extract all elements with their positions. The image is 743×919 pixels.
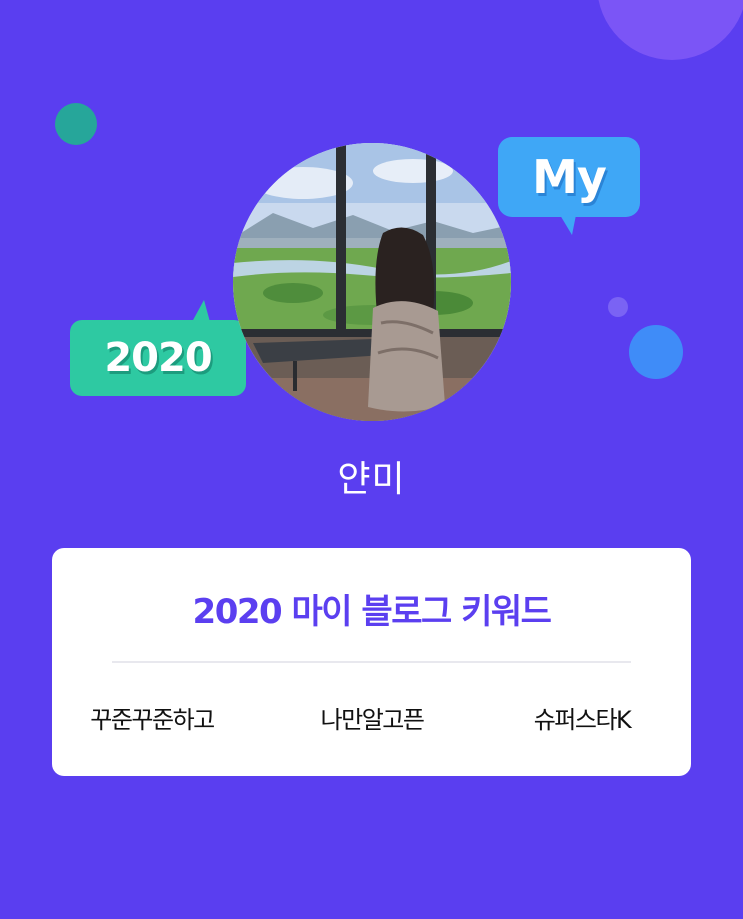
- profile-name: 얀미: [337, 459, 406, 500]
- profile-photo: [233, 143, 511, 421]
- card-title: 2020 마이 블로그 키워드: [192, 592, 552, 632]
- year-badge-text: 2020: [104, 335, 212, 381]
- year-speech-bubble: 2020: [70, 320, 246, 396]
- keyword-card: 2020 마이 블로그 키워드 꾸준꾸준하고 나만알고픈 슈퍼스타K: [52, 548, 691, 776]
- keyword-item: 슈퍼스타K: [533, 706, 632, 734]
- my-badge-text: My: [532, 150, 607, 204]
- blog-keyword-poster: My 2020 얀미 2020 마이 블로그 키워드 꾸준꾸준하고 나만알고픈 …: [0, 0, 743, 919]
- decorative-circle: [597, 0, 743, 60]
- avatar: [233, 143, 511, 421]
- card-divider: [112, 661, 631, 663]
- my-speech-bubble: My: [498, 137, 640, 235]
- decorative-dot: [55, 103, 97, 145]
- keyword-item: 나만알고픈: [320, 706, 425, 734]
- decorative-dot: [608, 297, 628, 317]
- decorative-dot: [629, 325, 683, 379]
- keyword-item: 꾸준꾸준하고: [90, 706, 215, 734]
